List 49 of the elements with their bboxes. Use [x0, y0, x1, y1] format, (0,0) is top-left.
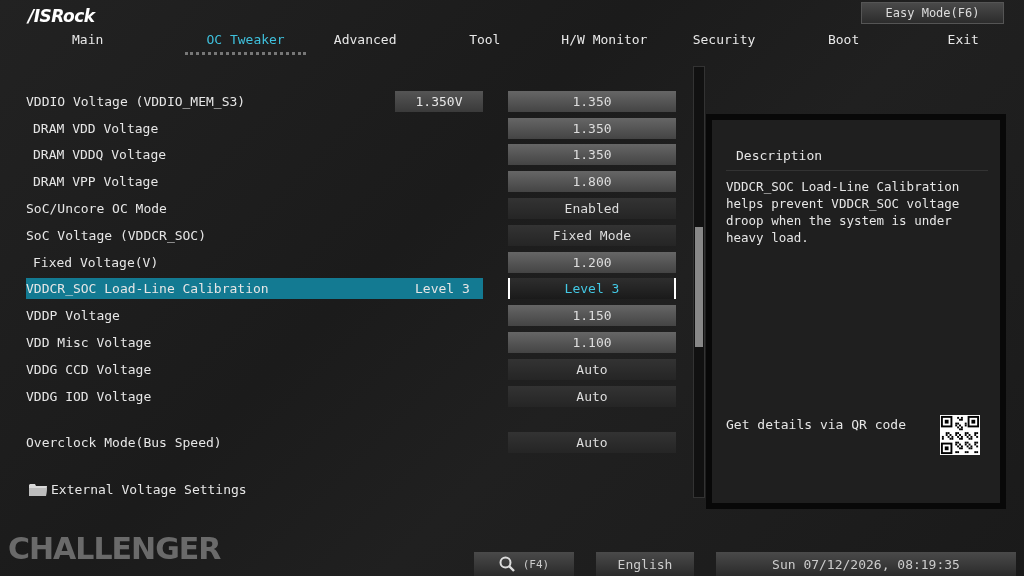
- setting-label: Overclock Mode(Bus Speed): [26, 435, 223, 451]
- value-field[interactable]: 1.800: [508, 171, 676, 193]
- setting-label: VDDG IOD Voltage: [26, 388, 153, 404]
- setting-label: DRAM VDD Voltage: [32, 120, 160, 136]
- menu-tab[interactable]: Tool: [424, 32, 546, 52]
- description-title: Description: [726, 120, 988, 171]
- setting-label: VDDCR_SOC Load-Line Calibration: [26, 281, 270, 297]
- search-button[interactable]: (F4): [474, 552, 574, 576]
- option-selector[interactable]: Enabled: [508, 198, 676, 220]
- setting-label: VDDIO Voltage (VDDIO_MEM_S3): [26, 93, 247, 109]
- qr-code-icon: [940, 415, 980, 455]
- setting-label: DRAM VPP Voltage: [32, 174, 160, 190]
- date-time: Sun 07/12/2026, 08:19:35: [716, 552, 1016, 576]
- description-text: VDDCR_SOC Load-Line Calibration helps prevent VDDCR_SOC voltage droop when the system is under heavy load.: [726, 178, 961, 246]
- qr-hint: Get details via QR code: [726, 416, 906, 432]
- menu-tab[interactable]: Boot: [782, 32, 905, 52]
- language-button[interactable]: English: [596, 552, 694, 576]
- setting-label: SoC/Uncore OC Mode: [26, 201, 168, 217]
- option-selector[interactable]: Level 3: [508, 278, 676, 300]
- menu-tab[interactable]: Security: [663, 32, 785, 52]
- menu-tab[interactable]: Advanced: [304, 32, 426, 52]
- setting-label: VDD Misc Voltage: [26, 335, 153, 351]
- value-field[interactable]: 1.150: [508, 305, 676, 327]
- scrollbar[interactable]: [693, 66, 705, 498]
- setting-label: SoC Voltage (VDDCR_SOC): [26, 227, 207, 243]
- setting-label: VDDP Voltage: [26, 308, 121, 324]
- menu-tab[interactable]: OC Tweaker: [184, 32, 307, 55]
- value-field[interactable]: 1.350: [508, 90, 676, 112]
- menu-tab[interactable]: Exit: [902, 32, 1024, 52]
- menu-tab[interactable]: H/W Monitor: [543, 32, 666, 52]
- setting-label: Fixed Voltage(V): [32, 254, 160, 270]
- option-selector[interactable]: Auto: [508, 432, 676, 454]
- value-field[interactable]: 1.350: [508, 117, 676, 139]
- voltage-reading: 1.350V: [395, 90, 483, 112]
- option-selector[interactable]: Fixed Mode: [508, 224, 676, 246]
- option-selector[interactable]: Auto: [508, 358, 676, 380]
- setting-label: DRAM VDDQ Voltage: [32, 147, 168, 163]
- menu-tab[interactable]: Main: [28, 32, 143, 52]
- setting-label: VDDG CCD Voltage: [26, 361, 153, 377]
- value-field[interactable]: 1.350: [508, 144, 676, 166]
- value-field[interactable]: 1.100: [508, 332, 676, 354]
- brand-logo: /ISRock: [28, 6, 95, 26]
- easy-mode-button[interactable]: Easy Mode(F6): [861, 2, 1004, 24]
- value-field[interactable]: 1.200: [508, 251, 676, 273]
- option-selector[interactable]: Auto: [508, 385, 676, 407]
- search-icon: [498, 556, 515, 572]
- setting-status: Level 3: [415, 281, 471, 297]
- folder-icon: [29, 483, 47, 497]
- brand-title: CHALLENGER: [7, 531, 221, 568]
